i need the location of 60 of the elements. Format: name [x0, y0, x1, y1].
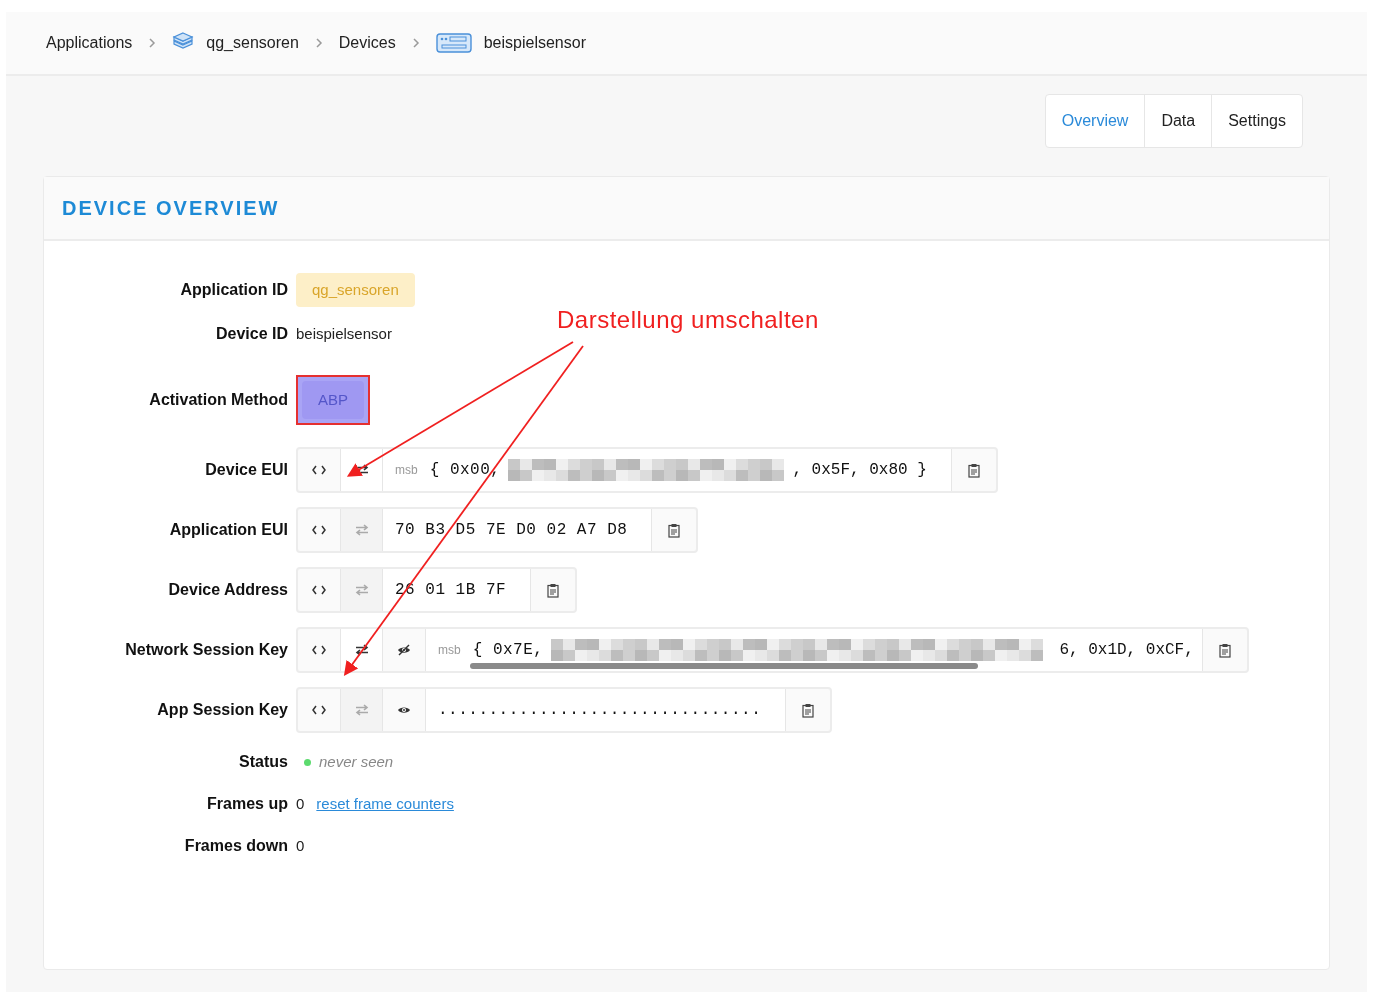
eye-slash-icon: [397, 644, 411, 656]
key-value: 70 B3 D5 7E D0 02 A7 D8: [395, 520, 628, 541]
key-value: { 0x7E,: [472, 640, 544, 661]
activation-method-tag: ABP: [302, 380, 364, 420]
field-label: Application ID: [180, 280, 288, 300]
field-label: App Session Key: [157, 700, 288, 720]
chevron-icon: [411, 37, 420, 49]
key-value: ................................: [438, 700, 762, 721]
tab[interactable]: Overview: [1045, 95, 1145, 147]
field-label: Device ID: [215, 324, 288, 344]
field-label: Application EUI: [169, 520, 288, 540]
code-icon: [312, 465, 326, 475]
annotation-text: Darstellung umschalten: [557, 305, 819, 335]
swap-icon: [354, 524, 369, 536]
clipboard-icon: [802, 702, 815, 718]
code-icon: [312, 705, 326, 715]
field-label: Device EUI: [205, 460, 288, 480]
field-label: Network Session Key: [125, 640, 288, 660]
device-id-value: beispielsensor: [296, 323, 392, 344]
byte-order-toggle[interactable]: [341, 689, 383, 731]
swap-icon: [354, 704, 369, 716]
clipboard-icon: [547, 582, 560, 598]
byte-order-toggle[interactable]: [341, 509, 383, 551]
field-label: Activation Method: [149, 390, 288, 410]
eye-icon: [397, 704, 411, 716]
code-icon: [312, 585, 326, 595]
field-label: Status: [239, 752, 288, 772]
clipboard-icon: [967, 462, 980, 478]
key-value: 6, 0x1D, 0xCF,: [1059, 640, 1194, 661]
chevron-icon: [148, 37, 157, 49]
breadcrumb-link[interactable]: Applications: [46, 31, 133, 55]
device-icon: [435, 32, 472, 54]
chevron-icon: [314, 37, 323, 49]
tab[interactable]: Settings: [1211, 95, 1302, 147]
clipboard-icon: [1219, 642, 1231, 658]
field-label: Device Address: [168, 580, 288, 600]
frame-count: 0: [296, 793, 305, 814]
reset-link[interactable]: reset frame counters: [316, 792, 454, 816]
field-label: Frames up: [207, 794, 288, 814]
card-title: DEVICE OVERVIEW: [62, 196, 280, 221]
key-value: , 0x5F, 0x80 }: [792, 460, 927, 481]
byte-order-label: msb: [438, 642, 461, 659]
breadcrumb-link[interactable]: Devices: [338, 31, 396, 55]
swap-icon: [354, 644, 369, 656]
code-icon: [312, 645, 326, 655]
code-icon: [312, 525, 326, 535]
field-label: Frames down: [184, 836, 288, 856]
byte-order-label: msb: [395, 462, 418, 479]
application-id-tag: qg_sensoren: [296, 272, 415, 308]
tab[interactable]: Data: [1144, 95, 1212, 147]
breadcrumb-link[interactable]: qg_sensoren: [206, 31, 299, 55]
clipboard-icon: [668, 522, 681, 538]
swap-icon: [354, 584, 369, 596]
byte-order-toggle[interactable]: [341, 569, 383, 611]
byte-order-toggle[interactable]: [341, 629, 383, 671]
status-text: never seen: [319, 751, 394, 772]
scrollbar[interactable]: [470, 663, 978, 669]
frame-count: 0: [296, 835, 305, 856]
byte-order-toggle[interactable]: [341, 449, 383, 491]
breadcrumb-link[interactable]: beispielsensor: [483, 31, 586, 55]
